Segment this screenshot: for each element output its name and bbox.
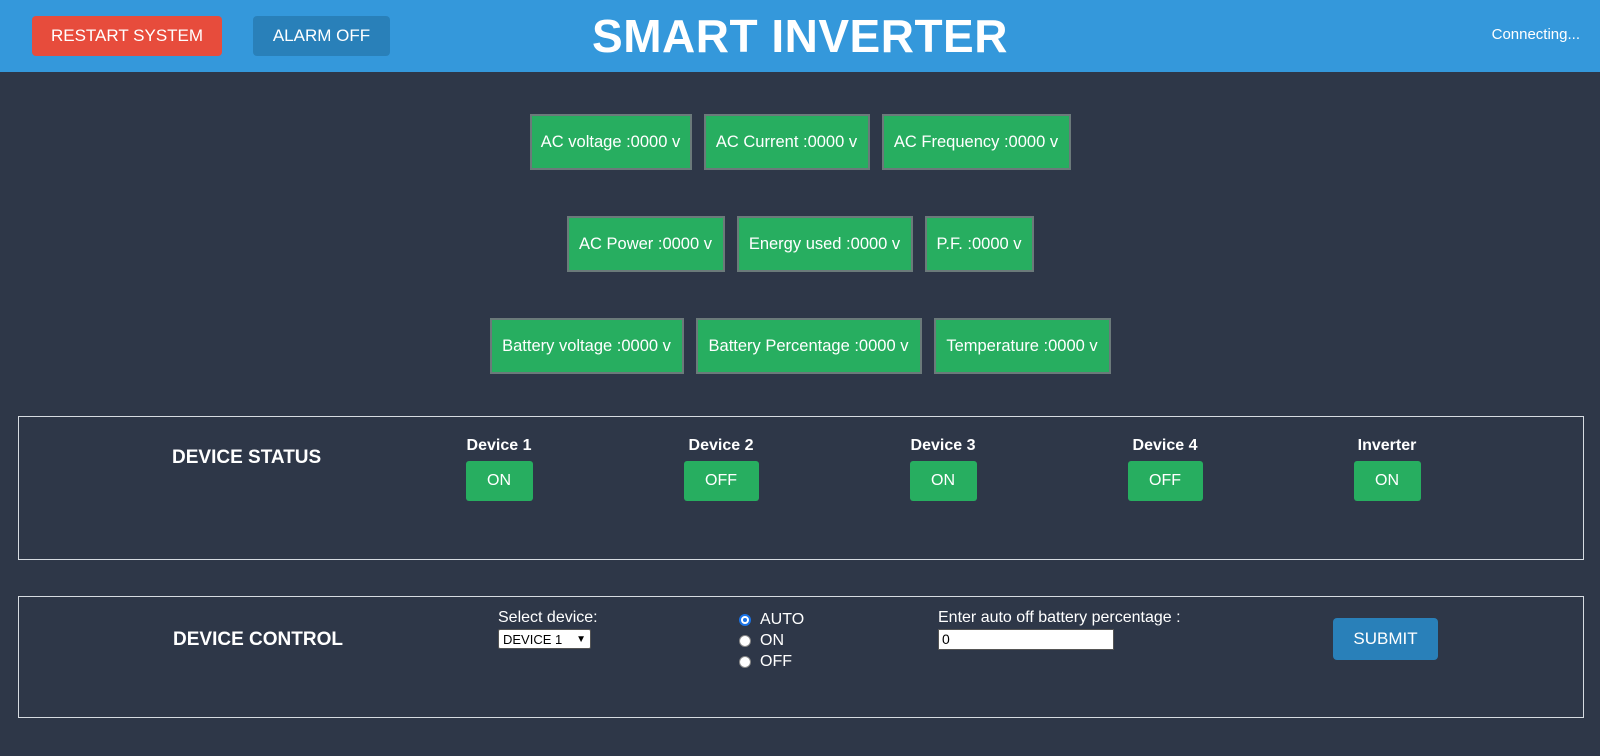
device-4-status: Device 4 OFF: [1105, 437, 1225, 501]
metrics-row-3: Battery voltage :0000 v Battery Percenta…: [0, 318, 1600, 374]
device-1-toggle[interactable]: ON: [465, 461, 533, 501]
device-4-toggle[interactable]: OFF: [1127, 461, 1203, 501]
select-device-label: Select device:: [498, 609, 598, 626]
device-select[interactable]: DEVICE 1 ▼: [498, 629, 591, 649]
device-label: Device 2: [688, 437, 754, 454]
device-3-toggle[interactable]: ON: [909, 461, 977, 501]
device-label: Device 4: [1132, 437, 1198, 454]
battery-percentage-input[interactable]: 0: [938, 629, 1114, 650]
submit-button[interactable]: SUBMIT: [1333, 618, 1438, 660]
metrics-row-1: AC voltage :0000 v AC Current :0000 v AC…: [0, 114, 1600, 170]
connection-status: Connecting...: [1491, 26, 1580, 43]
battery-percentage-group: Enter auto off battery percentage : 0: [938, 609, 1181, 650]
power-factor-reading: P.F. :0000 v: [924, 216, 1034, 272]
chevron-down-icon: ▼: [576, 633, 586, 645]
device-control-panel: DEVICE CONTROL Select device: DEVICE 1 ▼…: [18, 596, 1584, 718]
mode-on-option[interactable]: ON: [739, 630, 804, 651]
radio-on[interactable]: [739, 634, 751, 647]
device-label: Device 3: [910, 437, 976, 454]
device-2-status: Device 2 OFF: [661, 437, 781, 501]
device-3-status: Device 3 ON: [883, 437, 1003, 501]
alarm-off-button[interactable]: ALARM OFF: [253, 16, 390, 56]
metrics-row-2: AC Power :0000 v Energy used :0000 v P.F…: [0, 216, 1600, 272]
mode-radio-group: AUTO ON OFF: [739, 609, 804, 672]
ac-voltage-reading: AC voltage :0000 v: [529, 114, 692, 170]
restart-system-button[interactable]: RESTART SYSTEM: [32, 16, 222, 56]
inverter-status: Inverter ON: [1327, 437, 1447, 501]
device-label: Device 1: [466, 437, 532, 454]
device-status-title: DEVICE STATUS: [172, 447, 322, 468]
battery-percentage-reading: Battery Percentage :0000 v: [695, 318, 922, 374]
mode-label: OFF: [760, 652, 792, 670]
mode-off-option[interactable]: OFF: [739, 651, 804, 672]
page-title: SMART INVERTER: [592, 10, 1008, 62]
battery-percentage-label: Enter auto off battery percentage :: [938, 609, 1181, 626]
ac-current-reading: AC Current :0000 v: [703, 114, 870, 170]
battery-voltage-reading: Battery voltage :0000 v: [489, 318, 684, 374]
device-select-group: Select device: DEVICE 1 ▼: [498, 609, 598, 649]
radio-auto[interactable]: [739, 613, 751, 626]
ac-frequency-reading: AC Frequency :0000 v: [881, 114, 1071, 170]
radio-off[interactable]: [739, 655, 751, 668]
inverter-toggle[interactable]: ON: [1353, 461, 1421, 501]
ac-power-reading: AC Power :0000 v: [566, 216, 725, 272]
device-1-status: Device 1 ON: [439, 437, 559, 501]
device-status-panel: DEVICE STATUS Device 1 ON Device 2 OFF D…: [18, 416, 1584, 560]
top-bar: RESTART SYSTEM ALARM OFF SMART INVERTER …: [0, 0, 1600, 72]
mode-label: AUTO: [760, 610, 805, 628]
mode-auto-option[interactable]: AUTO: [739, 609, 804, 630]
device-label: Inverter: [1357, 437, 1417, 454]
temperature-reading: Temperature :0000 v: [933, 318, 1111, 374]
device-select-value: DEVICE 1: [503, 631, 563, 647]
device-control-title: DEVICE CONTROL: [173, 629, 343, 650]
device-2-toggle[interactable]: OFF: [683, 461, 759, 501]
energy-used-reading: Energy used :0000 v: [736, 216, 913, 272]
mode-label: ON: [760, 631, 784, 649]
